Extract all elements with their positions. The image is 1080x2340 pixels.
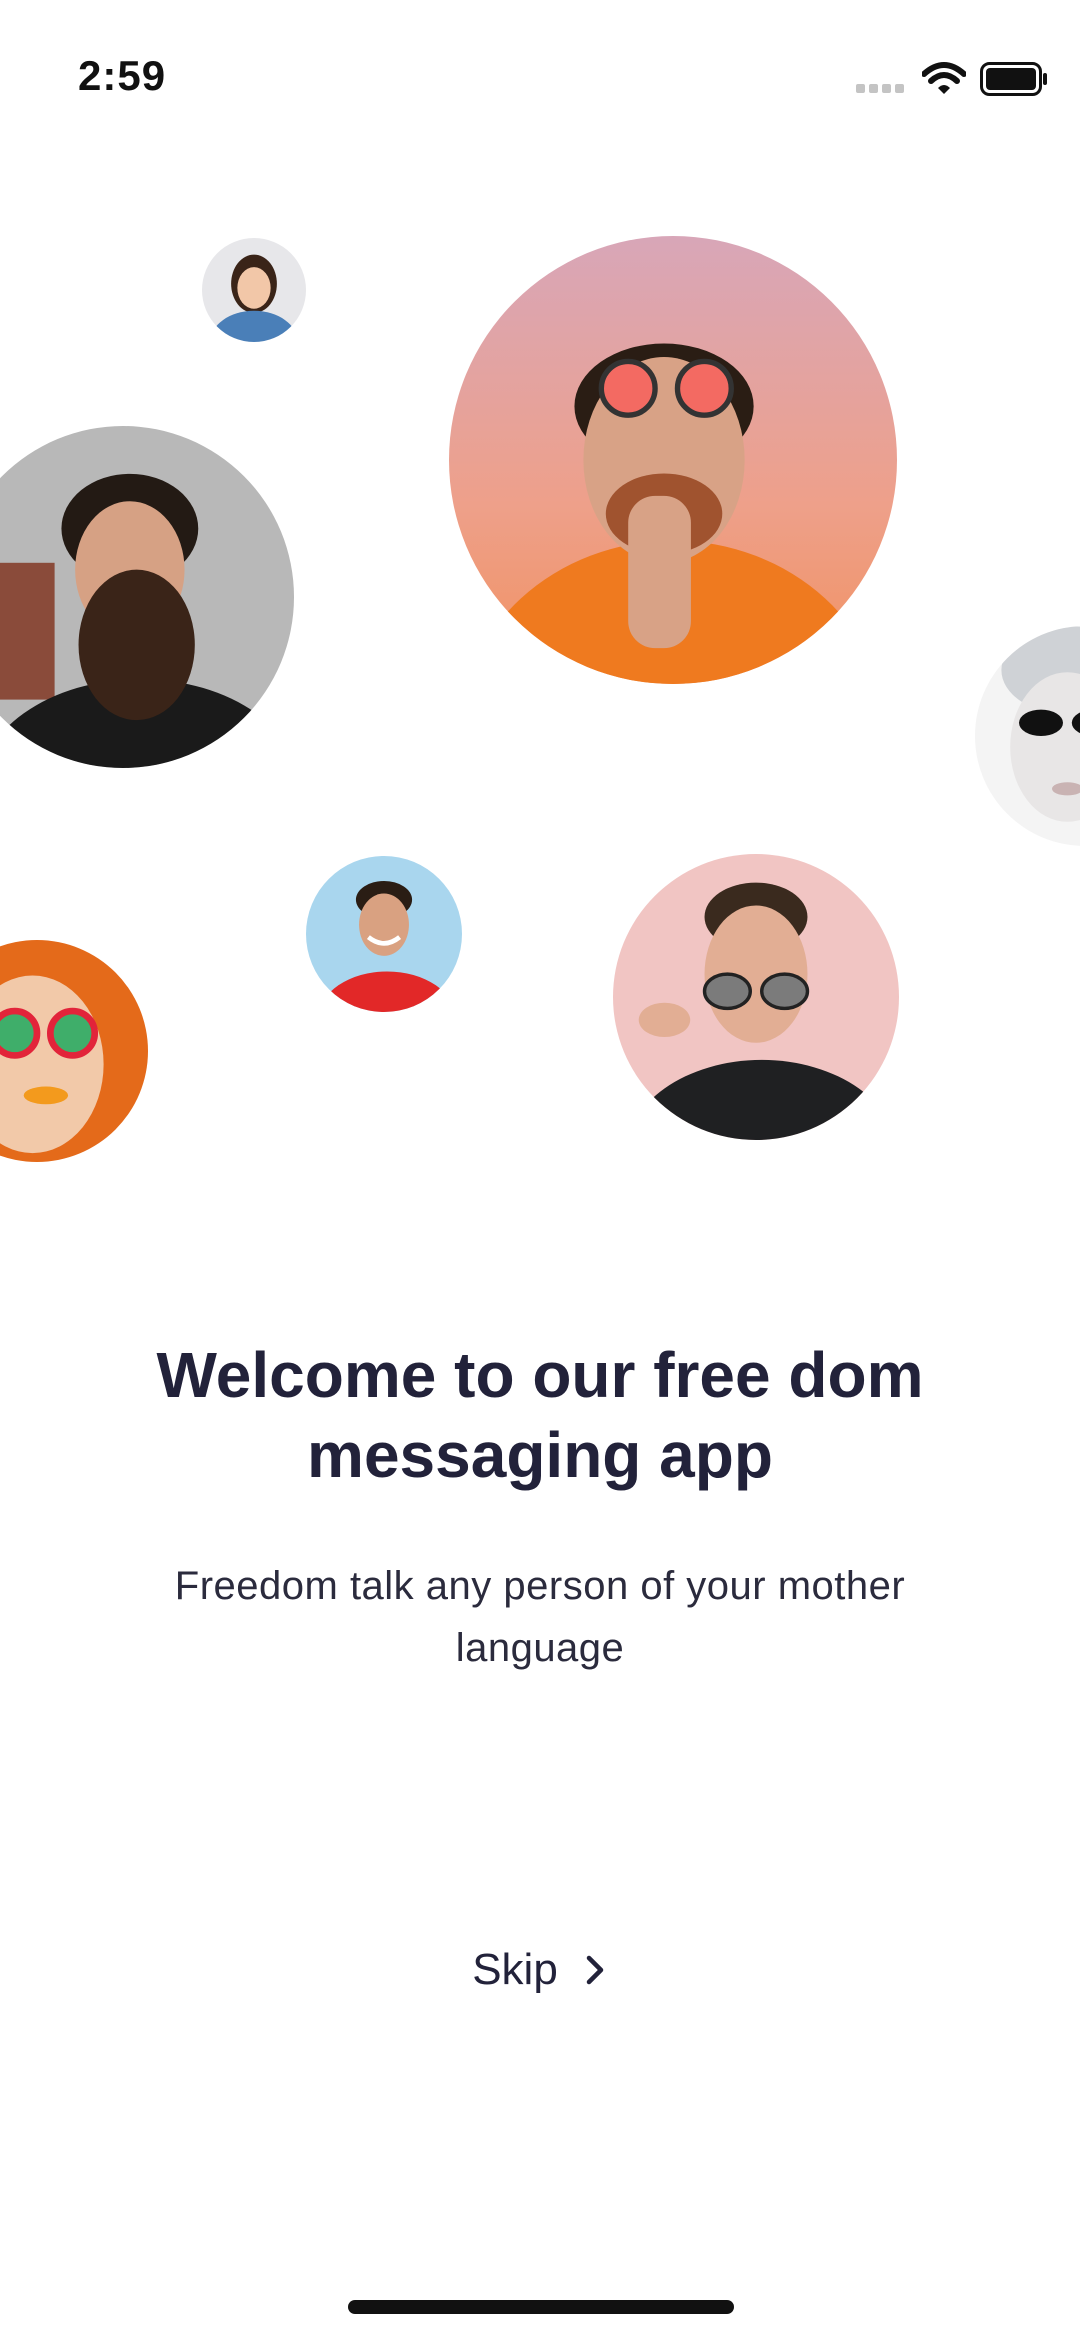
status-time: 2:59 bbox=[78, 52, 167, 99]
avatar-face-paint bbox=[975, 626, 1080, 846]
wifi-icon bbox=[922, 62, 966, 94]
avatar-mac-miller-large bbox=[449, 236, 897, 684]
skip-button[interactable]: Skip bbox=[440, 1935, 640, 2005]
avatar-smiling-man bbox=[306, 856, 462, 1012]
status-bar: 2:59 bbox=[0, 0, 1080, 140]
signal-icon bbox=[856, 84, 906, 94]
battery-icon bbox=[980, 62, 1047, 96]
chevron-right-icon bbox=[586, 1955, 604, 1985]
onboarding-screen: 2:59 Welcome to our free dom messaging a… bbox=[0, 0, 1080, 2340]
welcome-title: Welcome to our free dom messaging app bbox=[156, 1339, 924, 1491]
home-indicator[interactable] bbox=[348, 2300, 734, 2314]
avatar-mac-miller-glasses bbox=[613, 854, 899, 1140]
avatar-bearded-man bbox=[0, 426, 294, 768]
avatar-colorful-woman bbox=[0, 940, 148, 1162]
welcome-subtitle: Freedom talk any person of your mother l… bbox=[174, 1564, 906, 1670]
skip-label: Skip bbox=[472, 1945, 558, 1994]
avatar-small-woman bbox=[202, 238, 306, 342]
